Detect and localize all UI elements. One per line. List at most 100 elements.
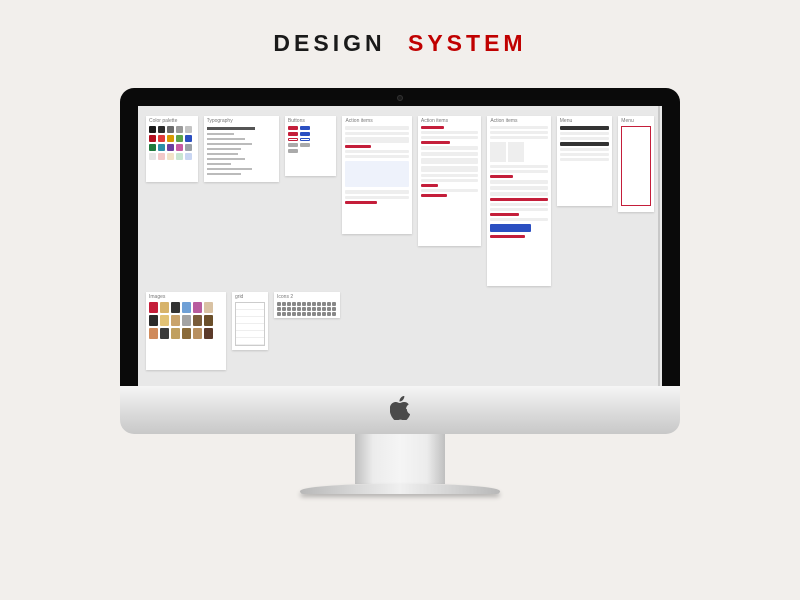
color-swatch[interactable] (176, 126, 183, 133)
artboard-row-2: Images grid Icons 2 (146, 292, 654, 370)
tiny-icon (317, 307, 321, 311)
artboard-row-1: Color palette Typography Buttons (146, 116, 654, 286)
tiny-icon (282, 307, 286, 311)
color-swatch[interactable] (176, 153, 183, 160)
image-thumb[interactable] (160, 302, 169, 313)
color-swatch[interactable] (149, 153, 156, 160)
color-swatch[interactable] (149, 126, 156, 133)
color-swatch[interactable] (185, 126, 192, 133)
monitor-stand-neck (355, 434, 445, 484)
tiny-icon (317, 312, 321, 316)
tiny-icon (332, 307, 336, 311)
tiny-icon (282, 302, 286, 306)
tiny-icon (287, 302, 291, 306)
image-thumb[interactable] (182, 328, 191, 339)
color-swatch[interactable] (158, 153, 165, 160)
image-thumb[interactable] (182, 315, 191, 326)
tiny-icon (307, 307, 311, 311)
color-swatch[interactable] (176, 135, 183, 142)
artboard-buttons[interactable]: Buttons (285, 116, 337, 176)
color-swatch[interactable] (158, 126, 165, 133)
tiny-icon (277, 312, 281, 316)
tiny-icon (322, 302, 326, 306)
image-thumb[interactable] (149, 328, 158, 339)
color-swatch[interactable] (149, 144, 156, 151)
artboard-label: Buttons (288, 118, 334, 124)
tiny-icon (322, 312, 326, 316)
tiny-icon (297, 302, 301, 306)
color-swatch[interactable] (158, 144, 165, 151)
tiny-icon (277, 302, 281, 306)
image-thumb[interactable] (193, 315, 202, 326)
design-canvas: Color palette Typography Buttons (138, 106, 662, 386)
image-thumb[interactable] (171, 302, 180, 313)
tiny-icon (297, 312, 301, 316)
artboard-label: Action items (421, 118, 478, 124)
tiny-icon (287, 307, 291, 311)
color-swatch[interactable] (185, 153, 192, 160)
image-thumb[interactable] (171, 328, 180, 339)
image-thumb[interactable] (193, 302, 202, 313)
tiny-icon (302, 307, 306, 311)
tiny-icon (327, 307, 331, 311)
camera-icon (397, 95, 403, 101)
screen: Color palette Typography Buttons (138, 106, 662, 386)
artboard-typography[interactable]: Typography (204, 116, 279, 182)
tiny-icon (312, 312, 316, 316)
color-swatch[interactable] (176, 144, 183, 151)
artboard-label: grid (235, 294, 265, 300)
palette-grid (149, 126, 195, 160)
artboard-grid[interactable]: grid (232, 292, 268, 350)
tiny-icon (302, 312, 306, 316)
tiny-icon (292, 302, 296, 306)
image-thumb[interactable] (149, 315, 158, 326)
tiny-icon (297, 307, 301, 311)
artboard-label: Menu (621, 118, 634, 124)
color-swatch[interactable] (158, 135, 165, 142)
artboard-color-palette[interactable]: Color palette (146, 116, 198, 182)
image-thumb[interactable] (171, 315, 180, 326)
image-thumb[interactable] (149, 302, 158, 313)
artboard-label: Action items (345, 118, 408, 124)
image-thumb[interactable] (160, 328, 169, 339)
image-thumb[interactable] (160, 315, 169, 326)
color-swatch[interactable] (185, 144, 192, 151)
monitor-bezel: Color palette Typography Buttons (120, 88, 680, 386)
tiny-icon (292, 307, 296, 311)
tiny-icon (312, 307, 316, 311)
artboard-images[interactable]: Images (146, 292, 226, 370)
artboard-label: Action items (490, 118, 547, 124)
image-thumb[interactable] (204, 328, 213, 339)
image-thumb[interactable] (193, 328, 202, 339)
color-swatch[interactable] (185, 135, 192, 142)
menu-outline (621, 126, 651, 206)
tiny-icon (327, 302, 331, 306)
artboard-action-items-4[interactable]: Menu (557, 116, 613, 206)
artboard-label: Menu (560, 118, 610, 124)
tiny-icon (322, 307, 326, 311)
scrollbar[interactable] (658, 106, 660, 386)
color-swatch[interactable] (149, 135, 156, 142)
artboard-label: Typography (207, 118, 276, 124)
color-swatch[interactable] (167, 144, 174, 151)
monitor-stand-base (300, 484, 500, 494)
image-thumb[interactable] (204, 315, 213, 326)
color-swatch[interactable] (167, 126, 174, 133)
image-thumb[interactable] (182, 302, 191, 313)
color-swatch[interactable] (167, 135, 174, 142)
monitor-chin (120, 386, 680, 434)
tiny-icon (332, 302, 336, 306)
artboard-action-items-3[interactable]: Action items (487, 116, 550, 286)
artboard-label: Color palette (149, 118, 195, 124)
image-thumb[interactable] (204, 302, 213, 313)
artboard-label: Images (149, 294, 223, 300)
tiny-icon (282, 312, 286, 316)
tiny-icon (332, 312, 336, 316)
color-swatch[interactable] (167, 153, 174, 160)
artboard-menu[interactable]: Menu Menu (618, 116, 654, 212)
artboard-action-items-2[interactable]: Action items (418, 116, 481, 246)
artboard-icons[interactable]: Icons 2 (274, 292, 340, 318)
artboard-action-items-1[interactable]: Action items (342, 116, 411, 234)
tiny-icon (327, 312, 331, 316)
tiny-icon (312, 302, 316, 306)
